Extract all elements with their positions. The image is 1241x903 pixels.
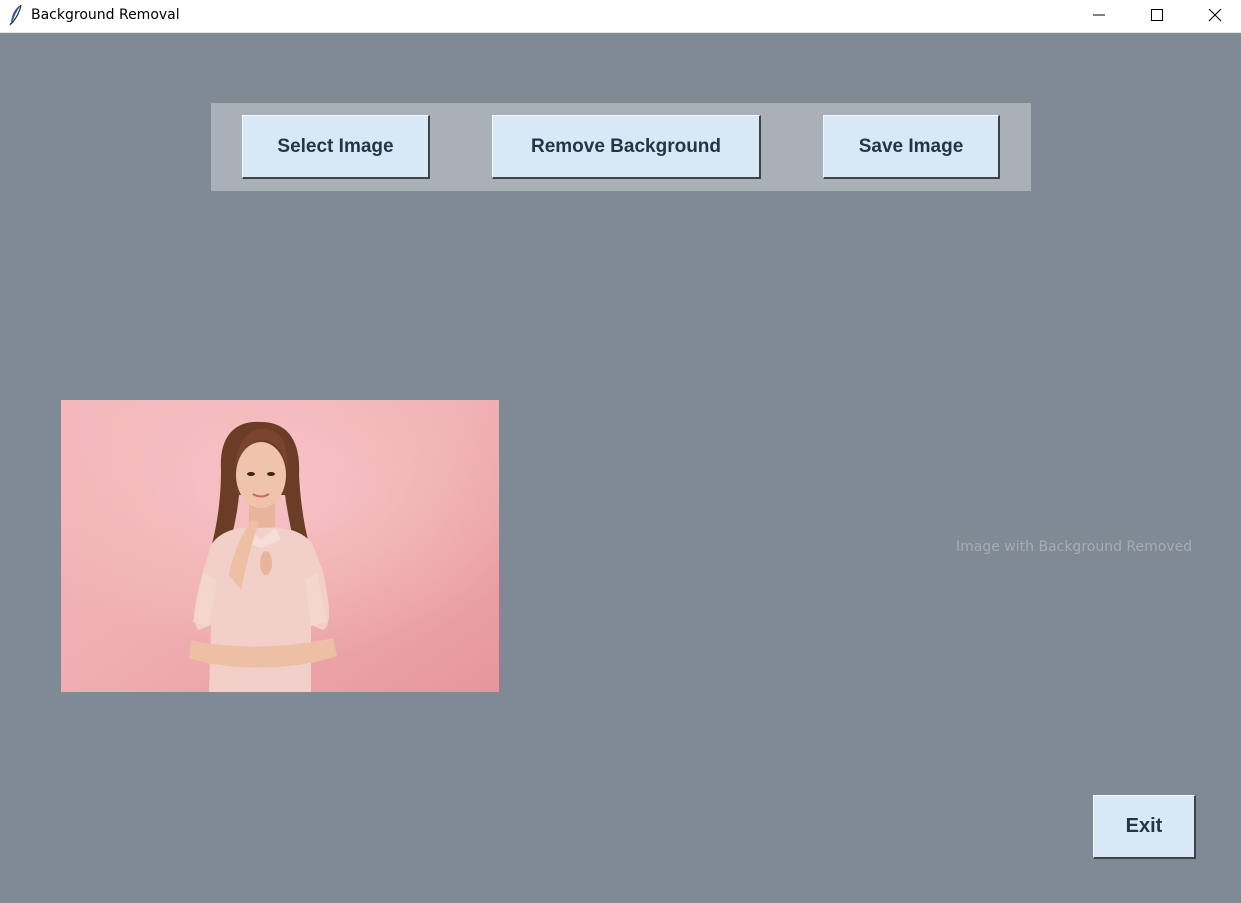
app-window: Background Removal Select Image Remove B…	[0, 0, 1241, 903]
original-image	[61, 400, 499, 692]
close-icon	[1208, 9, 1222, 22]
minimize-button[interactable]	[1070, 0, 1128, 32]
maximize-icon	[1151, 9, 1163, 21]
exit-button[interactable]: Exit	[1093, 795, 1196, 859]
result-placeholder-label: Image with Background Removed	[956, 539, 1193, 555]
maximize-button[interactable]	[1128, 0, 1186, 32]
button-toolbar: Select Image Remove Background Save Imag…	[211, 103, 1031, 191]
portrait-photo	[61, 400, 499, 692]
minimize-icon	[1093, 14, 1105, 16]
close-button[interactable]	[1186, 0, 1241, 32]
window-title: Background Removal	[31, 7, 180, 23]
title-bar: Background Removal	[0, 0, 1241, 33]
select-image-button[interactable]: Select Image	[242, 115, 430, 179]
feather-icon	[9, 4, 22, 26]
save-image-button[interactable]: Save Image	[823, 115, 1000, 179]
remove-background-button[interactable]: Remove Background	[492, 115, 761, 179]
